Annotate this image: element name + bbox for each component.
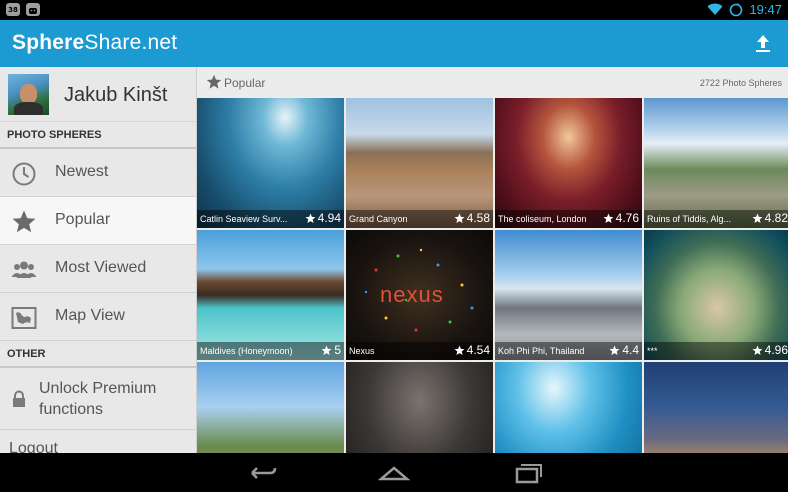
tile-name: Ruins of Tiddis, Alg... [647,214,732,224]
tile-name: *** [647,346,658,356]
avatar [8,74,49,115]
star-icon [454,345,465,355]
clock-icon [12,162,36,186]
photo-grid: Catlin Seaview Surv... 4.94 Grand Canyon… [197,98,788,453]
tile-name: Koh Phi Phi, Thailand [498,346,585,356]
photo-tile[interactable]: Ruins of Tiddis, Alg... 4.82 [644,98,788,228]
lock-icon [13,390,25,407]
tile-rating: 4.58 [454,211,490,225]
profile-name: Jakub Kinšt [64,84,168,106]
user-profile[interactable]: Jakub Kinšt [0,67,196,122]
tile-rating: 4.76 [603,211,639,225]
sidebar-item-logout[interactable]: Logout [0,430,196,453]
group-icon [11,261,37,278]
tile-caption: *** 4.96 [644,342,788,360]
action-bar: SphereShare.net [0,20,788,67]
star-icon [12,210,36,233]
sidebar-item-label: Map View [55,307,125,324]
star-icon [603,213,614,223]
photo-tile[interactable]: Maldives (Honeymoon) 5 [197,230,344,360]
tile-rating: 4.82 [752,211,788,225]
sidebar-item-popular[interactable]: Popular [0,197,196,245]
star-icon [321,345,332,355]
content-header: Popular 2722 Photo Spheres [197,67,788,98]
sidebar-item-map-view[interactable]: Map View [0,293,196,341]
photo-tile[interactable]: Koh Phi Phi, Thailand 4.4 [495,230,642,360]
sidebar-item-label: Unlock Premium functions [39,380,157,418]
section-header-photo-spheres: PHOTO SPHERES [0,122,196,149]
tile-name: Maldives (Honeymoon) [200,346,293,356]
page-title: Popular [224,76,266,90]
star-icon [609,345,620,355]
sync-icon [730,2,743,16]
tile-name: The coliseum, London [498,214,587,224]
star-icon [454,213,465,223]
system-navigation-bar [0,453,788,492]
sidebar-item-label: Logout [9,440,58,453]
tile-rating: 4.94 [305,211,341,225]
tile-rating: 4.54 [454,343,490,357]
sidebar-item-most-viewed[interactable]: Most Viewed [0,245,196,293]
sphere-count: 2722 Photo Spheres [699,78,782,88]
tile-caption: Maldives (Honeymoon) 5 [197,342,344,360]
photo-tile[interactable]: nexus Nexus 4.54 [346,230,493,360]
nexus-logo-text: nexus [380,282,444,307]
tile-caption: The coliseum, London 4.76 [495,210,642,228]
star-icon [206,74,222,89]
status-bar: 38 19:47 [0,0,788,20]
tile-rating: 5 [321,343,341,357]
back-icon[interactable] [246,462,278,484]
android-icon [26,3,40,16]
home-icon[interactable] [378,462,410,484]
sidebar-item-unlock-premium[interactable]: Unlock Premium functions [0,368,196,430]
sidebar-item-label: Popular [55,211,111,228]
photo-tile[interactable] [346,362,493,453]
photo-tile[interactable] [197,362,344,453]
tile-caption: Grand Canyon 4.58 [346,210,493,228]
app-title: SphereShare.net [12,31,178,54]
tile-name: Grand Canyon [349,214,408,224]
sidebar-item-label: Newest [55,163,109,180]
content-area: Popular 2722 Photo Spheres Catlin Seavie… [197,67,788,453]
notification-badge-icon: 38 [6,3,20,16]
photo-tile[interactable]: Grand Canyon 4.58 [346,98,493,228]
tile-caption: Koh Phi Phi, Thailand 4.4 [495,342,642,360]
photo-tile[interactable]: *** 4.96 [644,230,788,360]
photo-tile[interactable]: Catlin Seaview Surv... 4.94 [197,98,344,228]
star-icon [752,345,763,355]
upload-icon[interactable] [752,32,774,54]
map-icon [11,307,37,329]
section-header-other: OTHER [0,341,196,368]
photo-tile[interactable]: The coliseum, London 4.76 [495,98,642,228]
tile-rating: 4.96 [752,343,788,357]
tile-name: Nexus [349,346,375,356]
tile-name: Catlin Seaview Surv... [200,214,288,224]
recents-icon[interactable] [512,462,544,484]
navigation-drawer: Jakub Kinšt PHOTO SPHERES Newest Popular… [0,67,197,453]
clock-time: 19:47 [749,2,782,17]
wifi-icon [707,3,723,15]
star-icon [305,213,316,223]
tile-caption: Catlin Seaview Surv... 4.94 [197,210,344,228]
tile-rating: 4.4 [609,343,639,357]
photo-tile[interactable] [644,362,788,453]
sidebar-item-label: Most Viewed [55,259,147,276]
sidebar-item-newest[interactable]: Newest [0,149,196,197]
tile-caption: Ruins of Tiddis, Alg... 4.82 [644,210,788,228]
star-icon [752,213,763,223]
tile-caption: Nexus 4.54 [346,342,493,360]
photo-tile[interactable] [495,362,642,453]
